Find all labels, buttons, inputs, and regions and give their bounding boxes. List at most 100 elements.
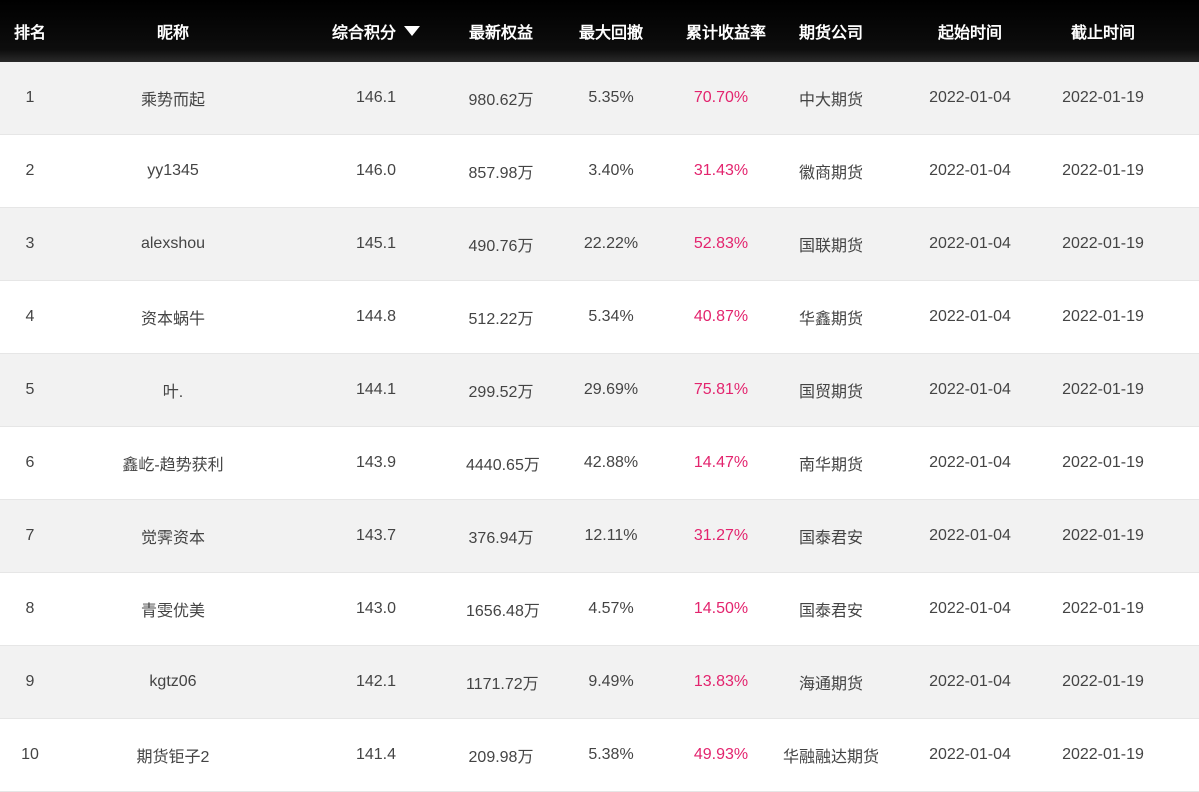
score-cell: 144.1: [355, 381, 397, 398]
table-row[interactable]: 10 期货钜子2 141.4 209.98万 5.38% 49.93% 华融融达…: [0, 719, 1199, 792]
end-date-cell: 2022-01-19: [1062, 527, 1144, 544]
table-row[interactable]: 4 资本蜗牛 144.8 512.22万 5.34% 40.87% 华鑫期货 2…: [0, 281, 1199, 354]
start-date-cell: 2022-01-04: [929, 308, 1011, 325]
column-header-score[interactable]: 综合积分: [286, 19, 466, 43]
equity-cell: 209.98万: [468, 749, 534, 766]
return-cell: 13.83%: [693, 673, 749, 690]
score-cell: 143.7: [355, 527, 397, 544]
nickname-cell[interactable]: yy1345: [60, 162, 286, 180]
equity-cell: 376.94万: [468, 530, 534, 547]
column-header-end[interactable]: 截止时间: [1034, 19, 1172, 43]
start-date-cell: 2022-01-04: [929, 746, 1011, 763]
equity-cell: 4440.65万: [466, 457, 540, 474]
equity-cell: 1656.48万: [466, 603, 540, 620]
end-date-cell: 2022-01-19: [1062, 600, 1144, 617]
start-date-cell: 2022-01-04: [929, 527, 1011, 544]
return-cell: 14.47%: [693, 454, 749, 471]
company-cell: 中大期货: [798, 92, 863, 109]
end-date-cell: 2022-01-19: [1062, 673, 1144, 690]
rank-cell: 7: [25, 527, 35, 544]
nickname-cell[interactable]: 乘势而起: [60, 86, 286, 110]
rank-cell: 1: [25, 89, 35, 106]
return-cell: 70.70%: [693, 89, 749, 106]
table-row[interactable]: 6 鑫屹-趋势获利 143.9 4440.65万 42.88% 14.47% 南…: [0, 427, 1199, 500]
table-row[interactable]: 1 乘势而起 146.1 980.62万 5.35% 70.70% 中大期货 2…: [0, 62, 1199, 135]
table-row[interactable]: 5 叶. 144.1 299.52万 29.69% 75.81% 国贸期货 20…: [0, 354, 1199, 427]
start-date-cell: 2022-01-04: [929, 235, 1011, 252]
column-header-start[interactable]: 起始时间: [906, 19, 1034, 43]
column-header-drawdown[interactable]: 最大回撤: [536, 19, 686, 43]
score-cell: 146.1: [355, 89, 397, 106]
start-date-cell: 2022-01-04: [929, 162, 1011, 179]
nickname-cell[interactable]: 青雯优美: [60, 597, 286, 621]
end-date-cell: 2022-01-19: [1062, 235, 1144, 252]
rank-cell: 5: [25, 381, 35, 398]
equity-cell: 980.62万: [468, 92, 534, 109]
start-date-cell: 2022-01-04: [929, 600, 1011, 617]
company-cell: 华融融达期货: [782, 749, 879, 766]
nickname-cell[interactable]: 鑫屹-趋势获利: [60, 451, 286, 475]
company-cell: 海通期货: [798, 676, 863, 693]
drawdown-cell: 3.40%: [588, 162, 634, 179]
column-header-nickname[interactable]: 昵称: [60, 19, 286, 43]
nickname-cell[interactable]: alexshou: [60, 235, 286, 253]
leaderboard-table: 排名 昵称 综合积分 最新权益 最大回撤 累计收益率 期货公司 起始时间 截止时…: [0, 0, 1199, 792]
column-header-equity[interactable]: 最新权益: [466, 19, 536, 43]
company-cell: 国联期货: [798, 238, 863, 255]
score-cell: 143.9: [355, 454, 397, 471]
table-row[interactable]: 3 alexshou 145.1 490.76万 22.22% 52.83% 国…: [0, 208, 1199, 281]
rank-cell: 3: [25, 235, 35, 252]
nickname-cell[interactable]: kgtz06: [60, 673, 286, 691]
company-cell: 国泰君安: [798, 603, 863, 620]
table-row[interactable]: 7 觉霁资本 143.7 376.94万 12.11% 31.27% 国泰君安 …: [0, 500, 1199, 573]
company-cell: 南华期货: [798, 457, 863, 474]
rank-cell: 2: [25, 162, 35, 179]
return-cell: 14.50%: [693, 600, 749, 617]
rank-cell: 9: [25, 673, 35, 690]
company-cell: 华鑫期货: [798, 311, 863, 328]
drawdown-cell: 22.22%: [583, 235, 639, 252]
drawdown-cell: 42.88%: [583, 454, 639, 471]
equity-cell: 857.98万: [468, 165, 534, 182]
end-date-cell: 2022-01-19: [1062, 454, 1144, 471]
return-cell: 31.27%: [693, 527, 749, 544]
start-date-cell: 2022-01-04: [929, 381, 1011, 398]
equity-cell: 1171.72万: [466, 676, 539, 693]
sort-desc-icon[interactable]: [404, 26, 420, 36]
table-header: 排名 昵称 综合积分 最新权益 最大回撤 累计收益率 期货公司 起始时间 截止时…: [0, 0, 1199, 62]
score-cell: 143.0: [355, 600, 397, 617]
drawdown-cell: 5.38%: [588, 746, 634, 763]
equity-cell: 512.22万: [468, 311, 534, 328]
drawdown-cell: 29.69%: [583, 381, 639, 398]
score-cell: 141.4: [355, 746, 397, 763]
drawdown-cell: 9.49%: [588, 673, 634, 690]
equity-cell: 299.52万: [468, 384, 534, 401]
start-date-cell: 2022-01-04: [929, 89, 1011, 106]
drawdown-cell: 12.11%: [584, 527, 638, 544]
score-cell: 144.8: [355, 308, 397, 325]
end-date-cell: 2022-01-19: [1062, 381, 1144, 398]
nickname-cell[interactable]: 觉霁资本: [60, 524, 286, 548]
end-date-cell: 2022-01-19: [1062, 162, 1144, 179]
rank-cell: 10: [21, 746, 39, 763]
column-header-rank[interactable]: 排名: [0, 19, 60, 43]
company-cell: 国贸期货: [798, 384, 863, 401]
column-header-return[interactable]: 累计收益率: [686, 19, 766, 43]
table-row[interactable]: 8 青雯优美 143.0 1656.48万 4.57% 14.50% 国泰君安 …: [0, 573, 1199, 646]
nickname-cell[interactable]: 期货钜子2: [60, 743, 286, 767]
table-row[interactable]: 9 kgtz06 142.1 1171.72万 9.49% 13.83% 海通期…: [0, 646, 1199, 719]
company-cell: 徽商期货: [798, 165, 863, 182]
nickname-cell[interactable]: 叶.: [60, 378, 286, 402]
table-row[interactable]: 2 yy1345 146.0 857.98万 3.40% 31.43% 徽商期货…: [0, 135, 1199, 208]
end-date-cell: 2022-01-19: [1062, 308, 1144, 325]
return-cell: 49.93%: [693, 746, 749, 763]
rank-cell: 8: [25, 600, 35, 617]
nickname-cell[interactable]: 资本蜗牛: [60, 305, 286, 329]
end-date-cell: 2022-01-19: [1062, 746, 1144, 763]
return-cell: 52.83%: [693, 235, 749, 252]
drawdown-cell: 5.35%: [588, 89, 634, 106]
column-header-company[interactable]: 期货公司: [756, 19, 906, 43]
rank-cell: 6: [25, 454, 35, 471]
score-cell: 146.0: [355, 162, 397, 179]
drawdown-cell: 5.34%: [588, 308, 634, 325]
